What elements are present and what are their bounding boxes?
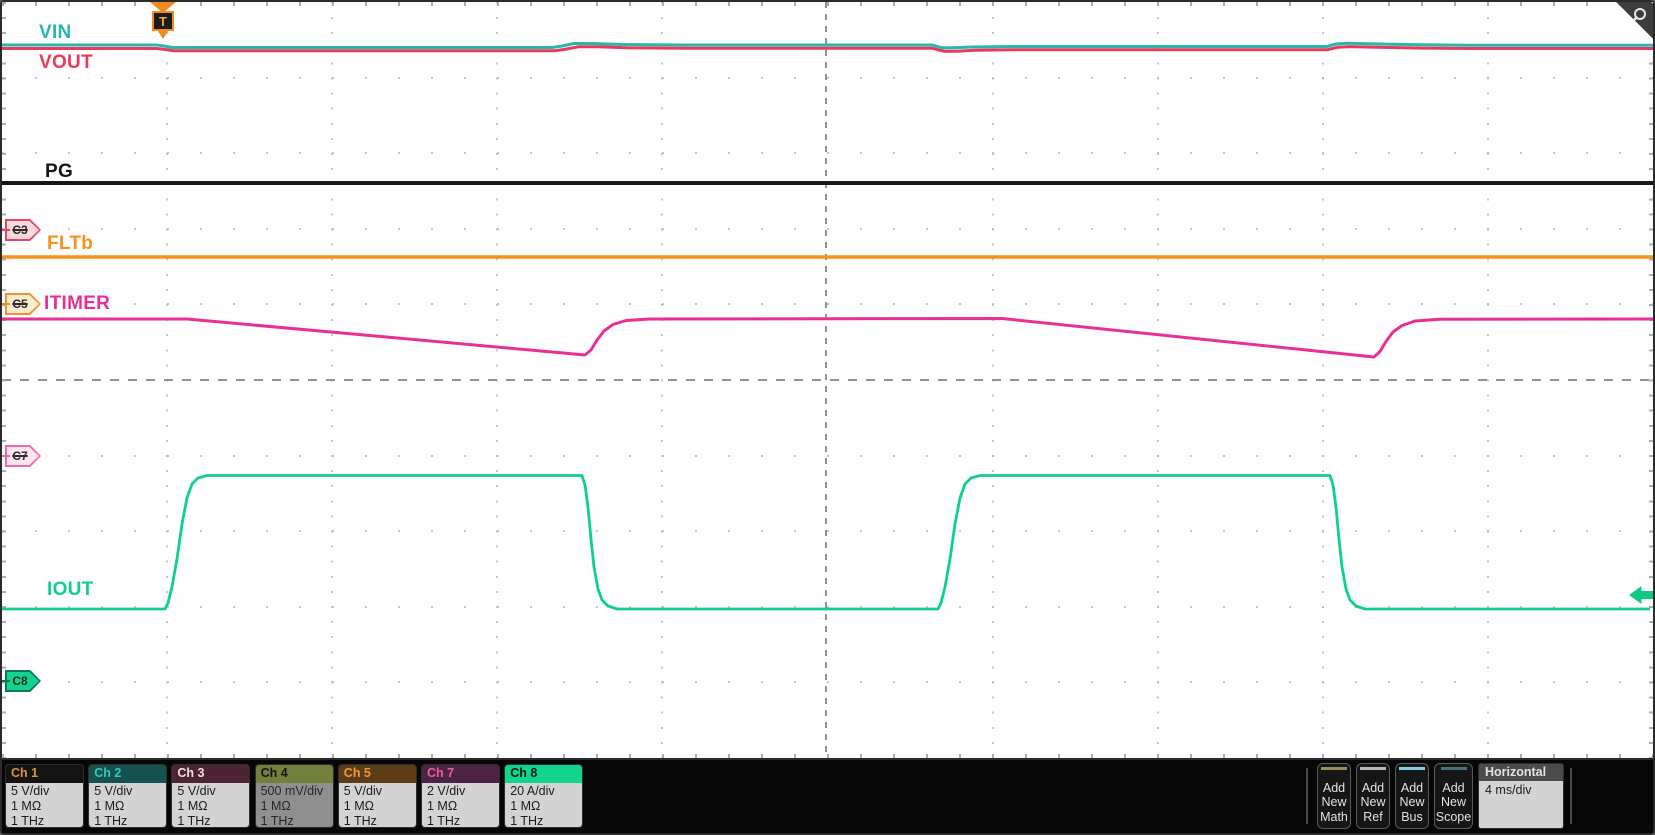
channel-bandwidth: 1 THz [94, 814, 128, 828]
channel-bandwidth: 1 THz [11, 814, 45, 828]
channel-badge-ch-8[interactable]: Ch 8 20 A/div 1 MΩ 1 THz [504, 764, 584, 828]
channel-name: Ch 7 [422, 765, 499, 783]
add-new-bus-button[interactable]: Add New Bus [1395, 763, 1429, 829]
channel-impedance: 1 MΩ [11, 799, 42, 814]
button-accent-line [1321, 767, 1347, 770]
add-new-math-button[interactable]: Add New Math [1317, 763, 1351, 829]
channel-scale: 5 V/div [11, 784, 50, 798]
channel-badge-ch-7[interactable]: Ch 72 V/div 1 MΩ 1 THz [421, 764, 500, 828]
horizontal-settings-badge[interactable]: Horizontal 4 ms/div [1478, 763, 1564, 829]
channel-scale: 2 V/div [427, 784, 466, 798]
channel-name: Ch 5 [338, 765, 416, 783]
channel-scale: 5 V/div [177, 784, 216, 798]
channel-bandwidth: 1 THz [427, 814, 461, 828]
trigger-tip-icon [158, 31, 168, 39]
oscilloscope-window: VIN VOUT PG FLTb ITIMER IOUT C3 C5 C7 C8 T Ch 15… [0, 0, 1655, 835]
vin-label: VIN [39, 22, 72, 43]
channel-name: Ch 8 [505, 765, 583, 783]
channel-settings: 5 V/div 1 MΩ 1 THz [89, 783, 167, 828]
channel-badge-ch-1[interactable]: Ch 15 V/div 1 MΩ 1 THz [5, 764, 84, 828]
flag-label: C5 [12, 297, 28, 311]
iout-trace [2, 474, 1650, 611]
channel-badge-ch-3[interactable]: Ch 35 V/div 1 MΩ 1 THz [171, 764, 251, 828]
channel-name: Ch 1 [6, 765, 83, 783]
bar-separator [1306, 768, 1308, 824]
add-new-ref-button[interactable]: Add New Ref [1356, 763, 1390, 829]
channel-name: Ch 4 [255, 765, 333, 783]
channel-badge-ch-5[interactable]: Ch 55 V/div 1 MΩ 1 THz [337, 764, 417, 828]
channel-bandwidth: 1 THz [510, 814, 544, 828]
flag-label: C8 [12, 674, 28, 688]
channel-flag-c7[interactable]: C7 [2, 445, 41, 467]
bar-separator [1570, 768, 1572, 824]
channel-scale: 5 V/div [94, 784, 133, 798]
itimer-trace [2, 317, 1653, 359]
channel-scale: 20 A/div [510, 784, 555, 798]
channel-impedance: 1 MΩ [260, 799, 291, 814]
button-accent-line [1399, 767, 1425, 770]
flag-reference-stub [2, 680, 10, 682]
channel-bandwidth: 1 THz [177, 814, 211, 828]
channel-flag-c5[interactable]: C5 [2, 293, 41, 315]
itimer-label: ITIMER [44, 293, 111, 314]
channel-bandwidth: 1 THz [260, 814, 294, 828]
pg-label: PG [45, 161, 74, 182]
fltb-label: FLTb [47, 233, 94, 254]
channel-settings: 5 V/div 1 MΩ 1 THz [338, 783, 416, 828]
flag-label: C3 [12, 223, 28, 237]
button-label: Add New Scope [1435, 780, 1472, 824]
button-accent-line [1440, 767, 1467, 770]
channel-settings: 20 A/div 1 MΩ 1 THz [505, 783, 583, 828]
channel-scale: 500 mV/div [260, 784, 324, 798]
channel-impedance: 1 MΩ [343, 799, 374, 814]
channel-settings: 2 V/div 1 MΩ 1 THz [422, 783, 499, 828]
settings-bar: Ch 15 V/div 1 MΩ 1 THz Ch 25 V/div 1 MΩ 1 THz… [2, 760, 1653, 833]
button-accent-line [1360, 767, 1386, 770]
horizontal-scale-value: 4 ms/div [1479, 781, 1563, 828]
channel-settings: 500 mV/div 1 MΩ 1 THz [255, 783, 333, 828]
waveform-display: VIN VOUT PG FLTb ITIMER IOUT C3 C5 C7 C8 T [2, 2, 1653, 758]
channel-flag-c3[interactable]: C3 [2, 219, 41, 241]
channel-badge-ch-2[interactable]: Ch 25 V/div 1 MΩ 1 THz [88, 764, 168, 828]
channel-impedance: 1 MΩ [177, 799, 208, 814]
iout-label: IOUT [47, 579, 94, 600]
channel-badge-ch-4[interactable]: Ch 4 500 mV/div 1 MΩ 1 THz [254, 764, 334, 828]
channel-bandwidth: 1 THz [343, 814, 377, 828]
trigger-position-marker[interactable]: T [149, 2, 177, 42]
flag-label: C7 [12, 449, 28, 463]
button-label: Add New Bus [1399, 780, 1425, 824]
vout-label: VOUT [39, 52, 93, 73]
flag-reference-stub [2, 455, 10, 457]
button-label: Add New Ref [1360, 780, 1386, 824]
horizontal-title: Horizontal [1479, 764, 1563, 781]
channel-name: Ch 2 [89, 765, 167, 783]
channel-scale: 5 V/div [343, 784, 383, 798]
add-new-scope-button[interactable]: Add New Scope [1434, 763, 1473, 829]
flag-reference-stub [2, 303, 10, 305]
channel-impedance: 1 MΩ [510, 799, 541, 814]
trigger-badge: T [152, 11, 174, 31]
button-label: Add New Math [1320, 780, 1348, 824]
channel-settings: 5 V/div 1 MΩ 1 THz [6, 783, 83, 828]
channel-settings: 5 V/div 1 MΩ 1 THz [172, 783, 250, 828]
channel-impedance: 1 MΩ [94, 799, 125, 814]
channel-name: Ch 3 [172, 765, 250, 783]
channel-impedance: 1 MΩ [427, 799, 458, 814]
flag-reference-stub [2, 229, 10, 231]
waveform-traces [2, 41, 1653, 611]
channel-flag-c8[interactable]: C8 [2, 670, 41, 692]
